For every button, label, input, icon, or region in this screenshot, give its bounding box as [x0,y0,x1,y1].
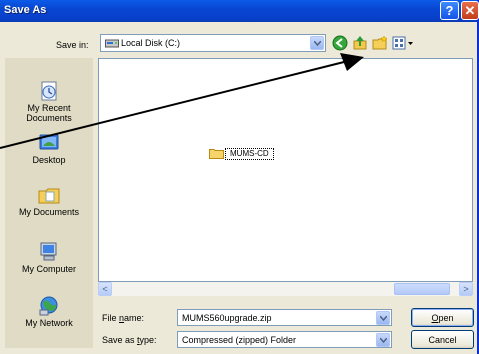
save-as-type-dropdown[interactable]: Compressed (zipped) Folder [177,331,392,348]
chevron-right-icon: > [463,284,469,294]
folder-icon [209,149,224,159]
chevron-down-icon [379,337,387,343]
chevron-down-icon [379,315,387,321]
file-name-value: MUMS560upgrade.zip [182,313,272,323]
place-my-recent-documents[interactable]: My Recent Documents [5,80,93,123]
place-label: My Documents [18,207,80,217]
chevron-down-icon [313,40,321,46]
my-computer-icon [40,242,57,261]
chevron-left-icon: < [102,284,108,294]
save-as-type-label: Save as type: [102,335,157,345]
my-network-icon [39,296,58,316]
place-my-computer[interactable]: My Computer [5,241,93,274]
file-name-field[interactable]: MUMS560upgrade.zip [177,309,392,326]
horizontal-scrollbar[interactable]: < > [98,282,473,296]
save-as-type-dropdown-button[interactable] [376,333,390,347]
place-my-documents[interactable]: My Documents [5,184,93,217]
scroll-left-button[interactable]: < [98,282,112,296]
save-as-type-value: Compressed (zipped) Folder [182,335,297,345]
help-button[interactable]: ? [440,1,459,20]
places-bar: My Recent Documents Desktop My Documents [5,58,93,348]
my-documents-icon [38,188,60,204]
file-name-dropdown-button[interactable] [376,311,390,325]
place-label: Documents [26,113,72,123]
place-label: My Recent [27,103,71,113]
scroll-thumb[interactable] [394,283,450,295]
title-bar[interactable]: Save As ? ✕ [0,0,479,22]
cancel-button[interactable]: Cancel [411,330,474,349]
close-button[interactable]: ✕ [461,1,479,20]
drive-icon [105,39,119,48]
place-desktop[interactable]: Desktop [5,132,93,165]
save-in-value: Local Disk (C:) [121,38,181,48]
desktop-icon [39,134,59,150]
close-icon: ✕ [464,2,476,18]
save-in-dropdown-button[interactable] [310,36,324,50]
save-in-label: Save in: [56,40,89,50]
save-as-dialog: Save As ? ✕ Save in: Local Disk (C:) My … [0,0,479,354]
place-my-network[interactable]: My Network [5,295,93,328]
new-folder-icon[interactable] [372,35,388,51]
up-folder-icon[interactable] [352,35,368,51]
help-icon: ? [445,3,454,18]
save-in-dropdown[interactable]: Local Disk (C:) [100,34,326,52]
place-label: My Network [25,318,73,328]
views-menu-icon[interactable] [392,35,416,51]
file-name-label: File name: [102,313,145,323]
place-label: Desktop [32,155,66,165]
scroll-right-button[interactable]: > [459,282,473,296]
place-label: My Computer [21,264,76,274]
file-list[interactable]: MUMS-CD [98,58,473,282]
file-name: MUMS-CD [225,148,274,160]
navigation-toolbar [330,33,420,53]
back-icon[interactable] [332,35,348,51]
window-title: Save As [4,4,47,16]
recent-documents-icon [41,81,57,101]
open-button[interactable]: Open [411,308,474,327]
